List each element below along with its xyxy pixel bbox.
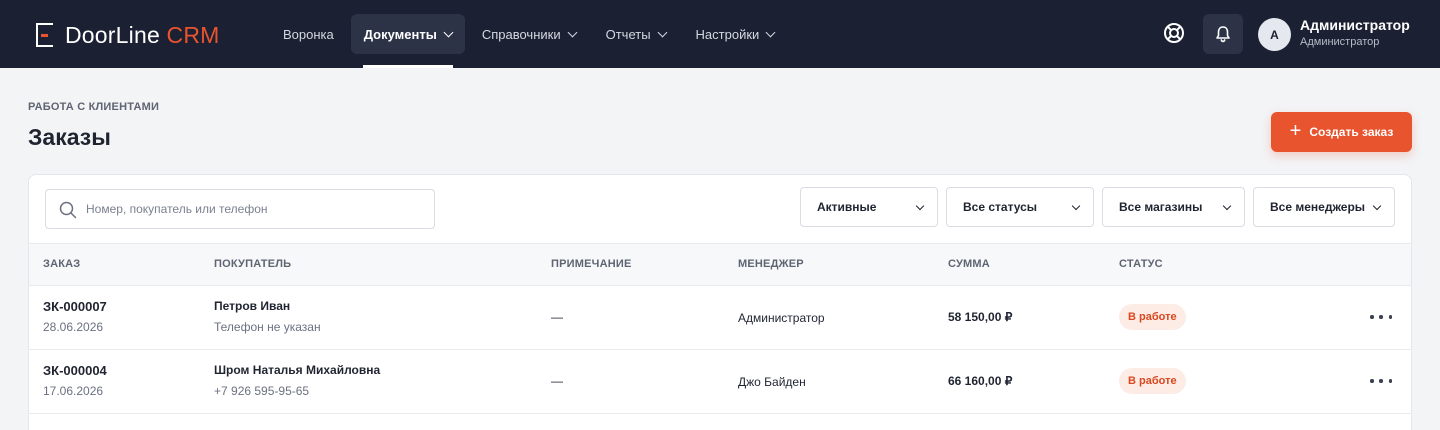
status-filter-select[interactable]: Все статусы (946, 187, 1094, 227)
user-role: Администратор (1300, 36, 1380, 48)
plus-icon: + (1289, 120, 1302, 142)
nav-item-funnel[interactable]: Воронка (270, 14, 347, 54)
chevron-down-icon (1222, 201, 1232, 211)
order-note: — (551, 374, 563, 388)
status-badge: В работе (1119, 368, 1186, 394)
nav-item-references[interactable]: Справочники (469, 14, 589, 54)
table-header: ЗАКАЗ ПОКУПАТЕЛЬ ПРИМЕЧАНИЕ МЕНЕДЖЕР СУМ… (29, 243, 1411, 286)
search-icon (59, 201, 77, 219)
order-note: — (551, 310, 563, 324)
buyer-name: Петров Иван (214, 299, 291, 313)
table-row[interactable]: ЗК-000007 28.06.2026 Петров Иван Телефон… (29, 286, 1411, 350)
search-input[interactable] (86, 190, 426, 228)
nav-item-documents[interactable]: Документы (350, 14, 465, 68)
top-navigation-bar: DoorLine CRM Воронка Документы Справочни… (0, 0, 1440, 68)
lifebuoy-icon[interactable] (1163, 22, 1185, 44)
page-title: Заказы (28, 124, 111, 150)
nav-item-settings[interactable]: Настройки (683, 14, 788, 54)
bell-icon (1216, 26, 1230, 43)
column-header-manager[interactable]: МЕНЕДЖЕР (738, 258, 804, 270)
buyer-phone: Телефон не указан (214, 320, 321, 334)
column-header-status[interactable]: СТАТУС (1119, 258, 1163, 270)
status-badge: В работе (1119, 304, 1186, 330)
column-header-note[interactable]: ПРИМЕЧАНИЕ (551, 258, 632, 270)
more-actions-icon[interactable] (1370, 308, 1392, 326)
activity-filter-select[interactable]: Активные (800, 187, 938, 227)
buyer-phone: +7 926 595-95-65 (214, 384, 310, 398)
order-sum: 58 150,00 ₽ (948, 310, 1013, 324)
main-nav: Воронка Документы Справочники Отчеты Нас… (270, 14, 791, 68)
order-sum: 66 160,00 ₽ (948, 374, 1013, 388)
search-box (45, 189, 435, 229)
column-header-sum[interactable]: СУММА (948, 258, 990, 270)
store-filter-select[interactable]: Все магазины (1102, 187, 1245, 227)
user-name[interactable]: Администратор (1300, 17, 1410, 33)
chevron-down-icon (1071, 201, 1081, 211)
chevron-down-icon (657, 27, 667, 37)
order-manager: Администратор (738, 311, 825, 325)
more-actions-icon[interactable] (1370, 372, 1392, 390)
order-id[interactable]: ЗК-000004 (43, 363, 107, 378)
order-date: 28.06.2026 (43, 320, 104, 334)
create-order-label: Создать заказ (1309, 125, 1394, 139)
order-date: 17.06.2026 (43, 384, 104, 398)
manager-filter-select[interactable]: Все менеджеры (1253, 187, 1395, 227)
nav-item-reports[interactable]: Отчеты (593, 14, 679, 54)
chevron-down-icon (765, 27, 776, 37)
create-order-button[interactable]: + Создать заказ (1271, 112, 1412, 152)
order-id[interactable]: ЗК-000007 (43, 299, 107, 314)
buyer-name: Шром Наталья Михайловна (214, 363, 381, 377)
logo[interactable]: DoorLine CRM (36, 22, 220, 48)
brand-name: DoorLine CRM (65, 21, 220, 48)
column-header-order[interactable]: ЗАКАЗ (43, 258, 80, 270)
door-logo-icon (36, 23, 53, 47)
chevron-down-icon (567, 27, 578, 37)
chevron-down-icon (915, 201, 925, 211)
breadcrumb: РАБОТА С КЛИЕНТАМИ (28, 101, 160, 113)
chevron-down-icon (443, 27, 454, 37)
order-manager: Джо Байден (738, 375, 806, 389)
avatar[interactable]: A (1258, 18, 1291, 51)
notifications-button[interactable] (1203, 14, 1243, 54)
chevron-down-icon (1372, 201, 1382, 211)
table-row[interactable]: ЗК-000004 17.06.2026 Шром Наталья Михайл… (29, 350, 1411, 414)
column-header-buyer[interactable]: ПОКУПАТЕЛЬ (214, 258, 291, 270)
brand-accent: CRM (166, 21, 220, 48)
orders-card: Активные Все статусы Все магазины Все ме… (28, 174, 1412, 430)
